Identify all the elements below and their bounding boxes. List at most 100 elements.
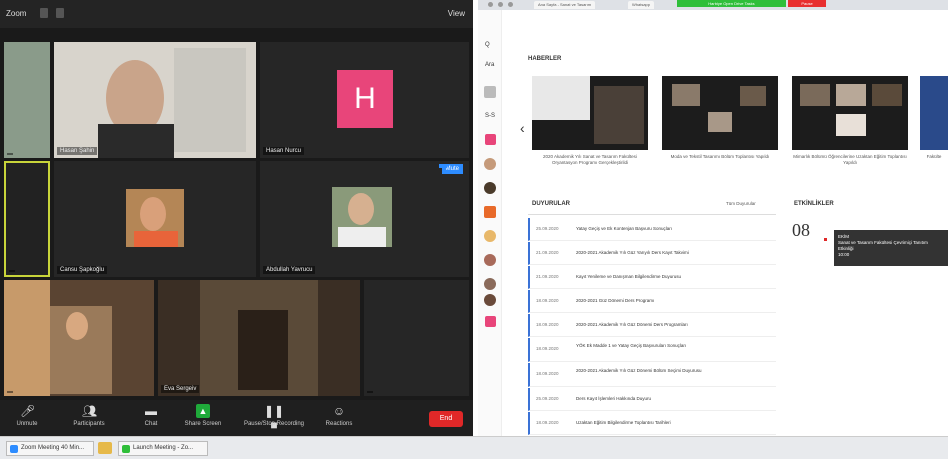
forward-icon[interactable] (498, 2, 503, 7)
event-marker (824, 238, 827, 241)
search-icon[interactable]: Q (485, 42, 490, 48)
divider (528, 214, 776, 215)
share-screen-icon: ▲ (196, 404, 210, 418)
background-photo (4, 280, 50, 396)
news-card[interactable]: Mimarlık Bölümü Öğrencilerine Uzaktan Eğ… (792, 76, 908, 166)
zoom-toolbar: 🎤︎ Unmute 👥︎ Participants ▬ Chat ▲ Share… (0, 400, 473, 436)
video-tile-4-active-speaker[interactable] (4, 161, 50, 277)
chat-button[interactable]: ▬ Chat (124, 404, 178, 427)
video-tile-8[interactable]: Eva Sergeiv (158, 280, 360, 396)
video-tile-6[interactable]: Mute Abdullah Yavrucu (260, 161, 469, 277)
announcement-title[interactable]: 2020-2021 Akademik Yılı Güz Dönemi Ders … (576, 322, 772, 328)
announcement-row[interactable]: 18.09.2020 2020-2021 Güz Dönemi Ders Prog… (528, 290, 776, 313)
event-card[interactable]: 08 EKİM Sanat ve Tasarım Fakültesi Çevri… (790, 218, 948, 266)
tab-whatsapp[interactable]: Whatsapp (628, 1, 655, 9)
app-icon-orange[interactable] (484, 206, 496, 218)
video-tile-2[interactable]: Hasan Şahin (54, 42, 256, 158)
video-tile-1[interactable] (4, 42, 50, 158)
pause-banner[interactable]: Pause (788, 0, 826, 7)
announcements-heading: DUYURULAR (532, 201, 570, 207)
announcement-date: 21.09.2020 (536, 274, 559, 279)
announcement-row[interactable]: 18.09.2020 Uzaktan Eğitim Bilgilendirme T… (528, 412, 776, 435)
view-button[interactable]: View (448, 9, 465, 18)
announcement-row[interactable]: 25.09.2020 Yatay Geçiş ve Ek Kontenjan Ba… (528, 218, 776, 241)
participant-shirt (134, 231, 178, 247)
app-icon-pink[interactable] (485, 134, 496, 145)
announcement-row[interactable]: 21.09.2020 Kayıt Yenileme ve Danışman Bil… (528, 266, 776, 289)
announcement-title[interactable]: Uzaktan Eğitim Bilgilendirme Toplantısı … (576, 420, 772, 426)
news-card[interactable]: 2020 Akademik Yılı Sanat ve Tasarım Fakü… (532, 76, 648, 166)
announcement-row[interactable]: 21.09.2020 2020-2021 Akademik Yılı Güz Ya… (528, 242, 776, 265)
announcement-row[interactable]: 18.09.2020 2020-2021 Akademik Yılı Güz Dö… (528, 314, 776, 337)
participant-shirt (338, 227, 386, 247)
participant-face (140, 197, 166, 231)
share-screen-button[interactable]: ▲ Share Screen (176, 404, 230, 427)
announcement-title[interactable]: 2020-2021 Akademik Yılı Güz Dönemi Bölüm… (576, 368, 772, 374)
announcements-list: 25.09.2020 Yatay Geçiş ve Ek Kontenjan Ba… (528, 218, 776, 436)
pause-recording-button[interactable]: ❚❚ ■ Pause/Stop Recording (242, 404, 306, 432)
pause-stop-icon: ❚❚ ■ (263, 404, 285, 432)
avatar[interactable] (484, 230, 496, 242)
announcement-row[interactable]: 18.09.2020 YÖK Ek Madde 1 ve Yatay Geçiş … (528, 338, 776, 362)
clipboard-icon[interactable] (484, 86, 496, 98)
avatar[interactable] (484, 278, 496, 290)
zoom-icon (10, 445, 18, 453)
app-icon-pink[interactable] (485, 316, 496, 327)
tab-home[interactable]: Ana Sayfa - Sanat ve Tasarım (534, 1, 596, 9)
participant-figure (238, 310, 288, 390)
lock-icon[interactable] (56, 8, 64, 18)
announcement-title[interactable]: YÖK Ek Madde 1 ve Yatay Geçiş Başvurular… (576, 343, 772, 349)
browser-window: Ana Sayfa - Sanat ve Tasarım Whatsapp Ha… (478, 0, 948, 436)
announcement-row[interactable]: 25.09.2020 Ders Kayıt İşlemleri Hakkında … (528, 388, 776, 411)
microphone-icon: 🎤︎ (20, 404, 36, 418)
announcement-title[interactable]: Kayıt Yenileme ve Danışman Bilgilendirme… (576, 274, 772, 280)
announcement-title[interactable]: 2020-2021 Akademik Yılı Güz Yarıyılı Der… (576, 250, 772, 256)
announcement-date: 21.09.2020 (536, 250, 559, 255)
video-tile-3[interactable]: H Hasan Nurcu (260, 42, 469, 158)
reactions-button[interactable]: ☺ Reactions (312, 404, 366, 427)
taskbar-item-zoom[interactable]: Zoom Meeting 40 Min... (6, 441, 94, 456)
avatar[interactable] (484, 158, 496, 170)
video-tile-7[interactable] (4, 280, 154, 396)
participant-face (348, 193, 374, 225)
video-tile-9[interactable] (364, 280, 469, 396)
participant-name: Cansu Şapkoğlu (57, 266, 108, 274)
avatar[interactable] (484, 294, 496, 306)
reload-icon[interactable] (508, 2, 513, 7)
avatar[interactable] (484, 182, 496, 194)
end-meeting-button[interactable]: End (429, 411, 463, 427)
participants-icon: 👥︎ (82, 404, 98, 418)
zoom-top-bar: Zoom View (0, 0, 473, 28)
participant-face (66, 312, 88, 340)
announcement-row[interactable]: 18.09.2020 2020-2021 Akademik Yılı Güz Dö… (528, 363, 776, 387)
screen: Zoom View Hasan Şahin H Hasan Nurcu Cans… (0, 0, 948, 459)
taskbar-item-launch[interactable]: Launch Meeting - Zo... (118, 441, 208, 456)
events-heading: ETKİNLİKLER (794, 201, 834, 207)
news-caption: Mimarlık Bölümü Öğrencilerine Uzaktan Eğ… (793, 154, 907, 165)
chevron-left-icon[interactable]: ‹ (520, 120, 525, 136)
sidebar-item-ara[interactable]: Ara (485, 62, 494, 68)
folder-icon[interactable] (98, 442, 112, 454)
participant-name (7, 391, 13, 393)
back-icon[interactable] (488, 2, 493, 7)
announcement-title[interactable]: Yatay Geçiş ve Ek Kontenjan Başvuru Sonu… (576, 226, 772, 232)
news-image (792, 76, 908, 150)
announcement-title[interactable]: Ders Kayıt İşlemleri Hakkında Duyuru (576, 396, 772, 402)
news-card[interactable]: Fakülte (920, 76, 948, 160)
news-image (532, 76, 648, 150)
sidebar-item-ss[interactable]: S-S (485, 113, 495, 119)
unmute-button[interactable]: 🎤︎ Unmute (0, 404, 54, 427)
drive-tasks-banner[interactable]: Harbiye Open Drive Tasks (677, 0, 786, 7)
participants-button[interactable]: 👥︎ Participants (62, 404, 116, 427)
all-announcements-link[interactable]: Tüm Duyurular (726, 201, 756, 206)
announcement-date: 18.09.2020 (536, 298, 559, 303)
news-card[interactable]: Moda ve Tekstil Tasarımı Bölüm Toplantıs… (662, 76, 778, 160)
news-caption: Fakülte (926, 154, 942, 159)
info-icon[interactable] (40, 8, 48, 18)
avatar[interactable] (484, 254, 496, 266)
options-badge[interactable] (439, 164, 447, 168)
video-tile-5[interactable]: Cansu Şapkoğlu (54, 161, 256, 277)
background-photo (174, 48, 246, 152)
announcement-title[interactable]: 2020-2021 Güz Dönemi Ders Programı (576, 298, 772, 304)
announcement-date: 25.09.2020 (536, 226, 559, 231)
